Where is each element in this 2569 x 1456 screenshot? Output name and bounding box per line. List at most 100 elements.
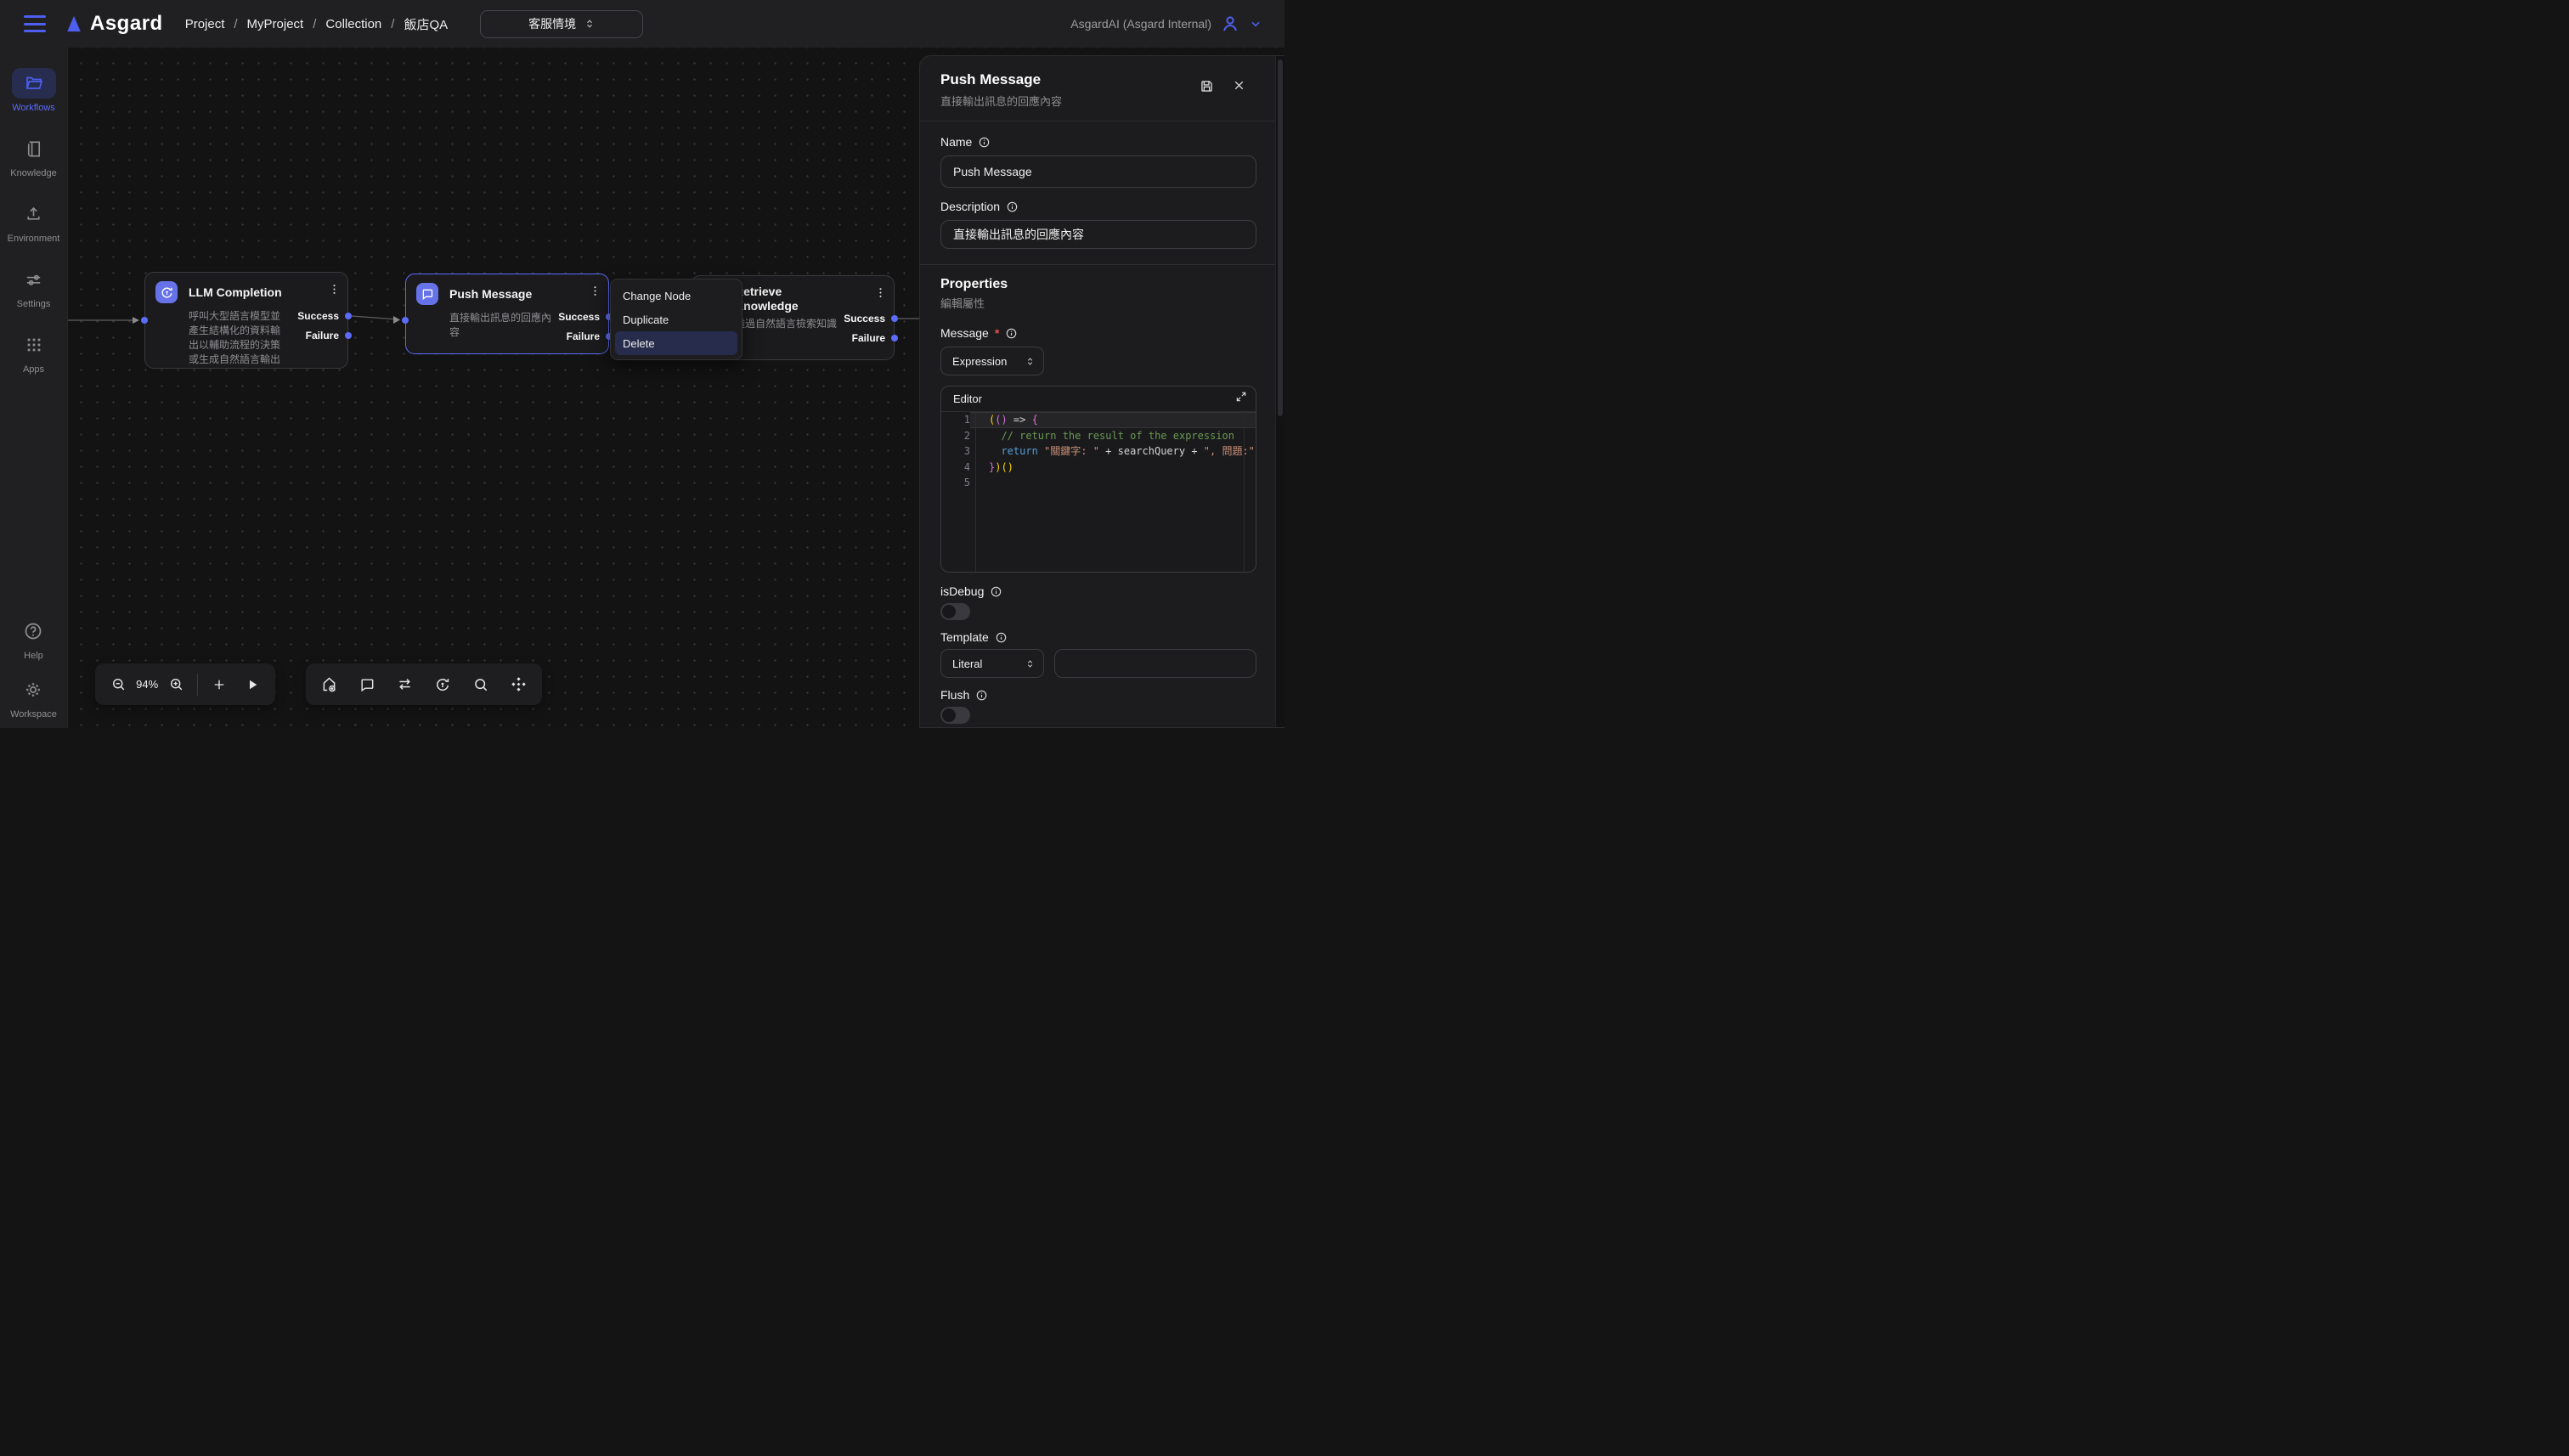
sidebar-item-environment[interactable]: Environment [8,199,60,244]
node-menu-kebab-icon[interactable] [328,283,341,300]
context-menu-duplicate[interactable]: Duplicate [615,308,737,331]
comment-button[interactable] [354,672,380,697]
port-success[interactable]: Success [297,310,339,322]
code-line[interactable]: 1(() => { [941,412,1256,428]
breadcrumb: Project / MyProject / Collection / 飯店QA [185,15,448,33]
port-failure[interactable]: Failure [852,332,885,344]
flush-field-label: Flush [940,688,1256,702]
port-failure[interactable]: Failure [306,330,339,341]
account-chevron-down-icon[interactable] [1249,17,1262,31]
info-icon[interactable] [1006,200,1019,213]
node-llm-completion[interactable]: LLM Completion 呼叫大型語言模型並產生結構化的資料輸出以輔助流程的… [144,272,348,369]
template-value-input[interactable] [1054,649,1256,678]
node-menu-kebab-icon[interactable] [589,285,601,302]
settings-sliders-icon [24,270,43,290]
message-type-select[interactable]: Expression [940,347,1044,375]
swap-connection-button[interactable] [392,672,418,697]
auto-run-button[interactable] [430,672,455,697]
llm-node-icon [155,281,178,303]
user-icon[interactable] [1220,14,1240,34]
sidebar-item-knowledge[interactable]: Knowledge [10,133,56,178]
search-button[interactable] [468,672,494,697]
run-button[interactable] [241,672,263,697]
fit-view-button[interactable] [506,672,532,697]
close-panel-button[interactable] [1232,78,1246,99]
asgard-logo[interactable]: Asgard [65,12,163,36]
template-type-select[interactable]: Literal [940,649,1044,678]
search-icon [472,676,489,693]
save-button[interactable] [1199,78,1215,99]
zoom-out-button[interactable] [107,672,129,697]
info-icon[interactable] [995,631,1008,644]
port-success[interactable]: Success [558,311,600,323]
breadcrumb-collection[interactable]: Collection [325,17,381,31]
account-label: AsgardAI (Asgard Internal) [1070,17,1211,31]
add-button[interactable] [208,672,230,697]
comment-icon [359,676,375,693]
node-description: 透過自然語言檢索知識 [735,317,845,331]
expression-editor: Editor 1(() => {2 // return the result o… [940,386,1256,573]
logo-triangle-icon [65,14,83,33]
panel-scrollbar [1275,56,1284,728]
zoom-in-button[interactable] [165,672,187,697]
rotate-pin-icon [434,676,451,693]
logo-text: Asgard [90,12,163,36]
description-field-label: Description [940,200,1256,213]
play-icon [245,677,260,692]
editor-label: Editor [953,392,982,405]
name-input[interactable] [940,155,1256,188]
port-failure[interactable]: Failure [567,330,600,342]
node-menu-kebab-icon[interactable] [874,286,887,303]
environment-select[interactable]: 客服情境 [480,10,643,38]
zoom-toolbar: 94% [95,663,275,705]
add-home-node-button[interactable] [316,672,342,697]
sidebar-bottom: Help Workspace [10,602,57,720]
editor-expand-button[interactable] [1235,391,1247,407]
port-success[interactable]: Success [844,313,885,324]
sidebar-item-workflows[interactable]: Workflows [12,68,56,113]
info-icon[interactable] [1005,327,1018,340]
node-push-message[interactable]: Push Message 直接輸出訊息的回應內容 Success Failure [405,274,609,354]
panel-header: Push Message 直接輸出訊息的回應內容 [940,56,1256,109]
code-line[interactable]: 2 // return the result of the expression [941,428,1256,444]
editor-header: Editor [941,387,1256,412]
template-type-value: Literal [952,657,982,670]
breadcrumb-myproject[interactable]: MyProject [247,17,304,31]
code-line[interactable]: 5 [941,475,1256,491]
close-icon [1232,78,1246,93]
properties-subtitle: 編輯屬性 [940,295,1256,311]
sidebar-item-workspace[interactable]: Workspace [10,674,57,720]
sidebar-item-help[interactable]: Help [11,616,55,661]
message-bubble-icon [416,283,438,305]
scrollbar-thumb[interactable] [1278,59,1283,416]
info-icon[interactable] [975,689,988,702]
hamburger-menu-icon[interactable] [24,15,46,32]
flush-toggle[interactable] [940,707,970,724]
description-input[interactable] [940,220,1256,249]
zoom-level: 94% [133,678,161,691]
sidebar-item-settings[interactable]: Settings [12,264,56,309]
template-field-label: Template [940,630,1256,644]
header-account-area: AsgardAI (Asgard Internal) [1070,14,1262,34]
breadcrumb-current[interactable]: 飯店QA [404,15,448,33]
breadcrumb-project[interactable]: Project [185,17,225,31]
context-menu-change-node[interactable]: Change Node [615,284,737,308]
node-context-menu: Change Node Duplicate Delete [610,279,742,360]
info-icon[interactable] [990,585,1002,598]
zoom-in-icon [168,676,184,692]
required-mark: * [995,326,999,340]
toolbar-divider [197,674,198,696]
isdebug-field-label: isDebug [940,584,1256,598]
code-editor-area[interactable]: 1(() => {2 // return the result of the e… [941,412,1256,573]
info-icon[interactable] [978,136,991,149]
context-menu-delete[interactable]: Delete [615,331,737,355]
select-updown-icon [1025,356,1035,367]
environment-upload-icon [24,205,43,224]
isdebug-toggle[interactable] [940,603,970,620]
expand-icon [1235,391,1247,403]
node-title: Push Message [449,287,532,302]
code-line[interactable]: 4})() [941,460,1256,476]
sidebar-item-apps[interactable]: Apps [12,330,56,375]
code-line[interactable]: 3 return "關鍵字: " + searchQuery + ", 問題:" [941,443,1256,460]
workspace-gear-icon [23,680,43,700]
